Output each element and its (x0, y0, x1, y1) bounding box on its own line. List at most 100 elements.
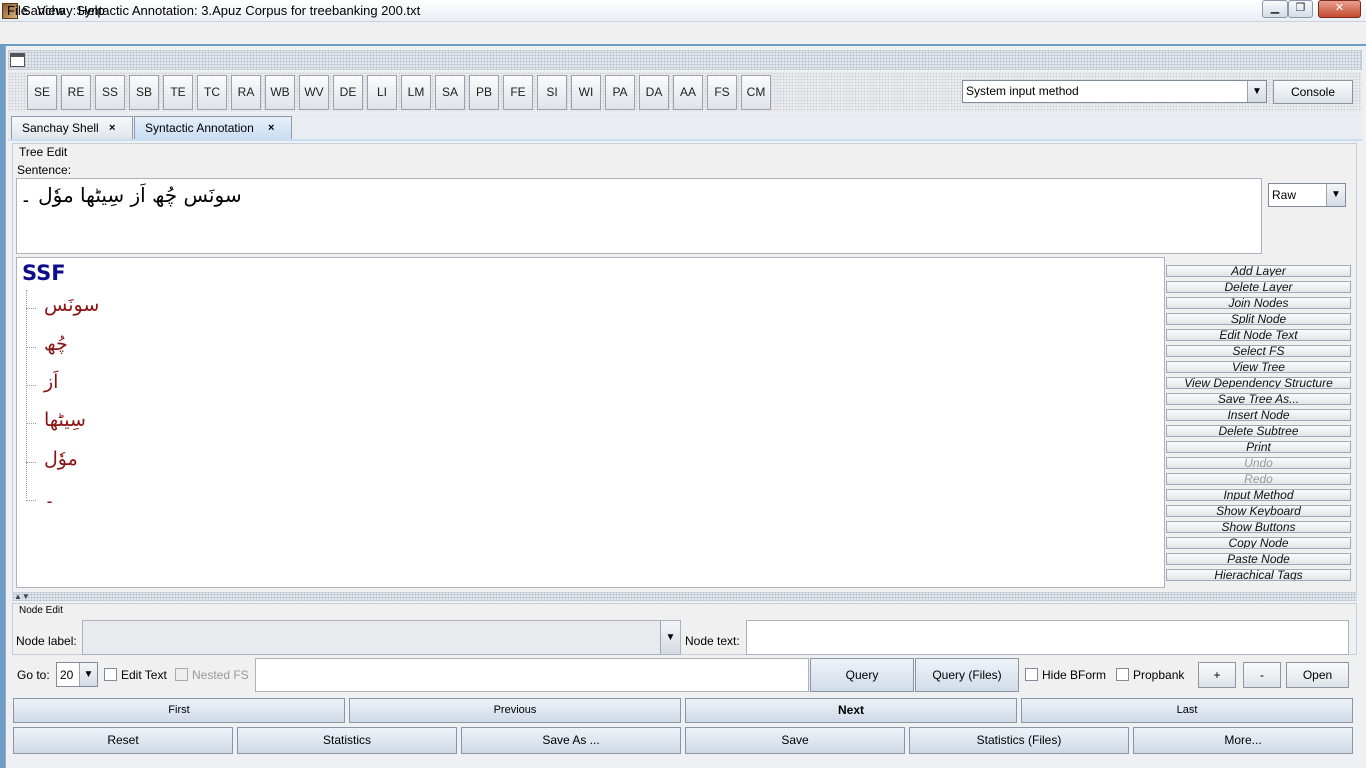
side-button-edit-node-text[interactable]: Edit Node Text (1166, 329, 1351, 341)
side-button-copy-node[interactable]: Copy Node (1166, 537, 1351, 549)
toolbar-button-te[interactable]: TE (163, 75, 193, 110)
edit-text-checkbox[interactable] (104, 668, 117, 681)
toolbar-button-de[interactable]: DE (333, 75, 363, 110)
tree-node[interactable]: موٗل (44, 448, 78, 470)
tree-branch (26, 385, 36, 386)
format-value: Raw (1272, 188, 1297, 202)
toolbar-button-se[interactable]: SE (27, 75, 57, 110)
toolbar-button-cm[interactable]: CM (741, 75, 771, 110)
toolbar-button-li[interactable]: LI (367, 75, 397, 110)
toolbar-button-lm[interactable]: LM (401, 75, 431, 110)
toolbar-button-pa[interactable]: PA (605, 75, 635, 110)
side-button-delete-layer[interactable]: Delete Layer (1166, 281, 1351, 293)
chevron-down-icon[interactable]: ▼ (1326, 184, 1345, 206)
menu-help[interactable]: Help (78, 3, 105, 18)
chevron-down-icon[interactable]: ▼ (660, 621, 680, 654)
propbank-label: Propbank (1133, 668, 1185, 682)
tree-node[interactable]: ۔ (44, 486, 55, 508)
nested-fs-checkbox[interactable] (175, 668, 188, 681)
chevron-down-icon[interactable]: ▼ (79, 663, 97, 686)
toolbar-button-ss[interactable]: SS (95, 75, 125, 110)
close-icon[interactable]: × (109, 117, 115, 139)
previous-button[interactable]: Previous (349, 698, 681, 723)
side-button-view-tree[interactable]: View Tree (1166, 361, 1351, 373)
toolbar-button-wv[interactable]: WV (299, 75, 329, 110)
node-label-select[interactable] (82, 620, 681, 655)
side-button-show-buttons[interactable]: Show Buttons (1166, 521, 1351, 533)
side-button-print[interactable]: Print (1166, 441, 1351, 453)
menu-file[interactable]: File (7, 3, 28, 18)
toolbar-button-si[interactable]: SI (537, 75, 567, 110)
tree-node[interactable]: چُھ (44, 333, 68, 355)
side-button-add-layer[interactable]: Add Layer (1166, 265, 1351, 277)
toolbar-button-ra[interactable]: RA (231, 75, 261, 110)
toolbar-button-wi[interactable]: WI (571, 75, 601, 110)
tree-branch (26, 423, 36, 424)
tab-syntactic-annotation[interactable]: Syntactic Annotation × (134, 116, 292, 140)
toolbar-button-fe[interactable]: FE (503, 75, 533, 110)
side-button-split-node[interactable]: Split Node (1166, 313, 1351, 325)
minimize-button[interactable]: ▁ (1262, 0, 1288, 18)
save-as-button[interactable]: Save As ... (461, 727, 681, 754)
menu-view[interactable]: View (37, 3, 65, 18)
last-button[interactable]: Last (1021, 698, 1353, 723)
side-button-select-fs[interactable]: Select FS (1166, 345, 1351, 357)
toolbar-button-wb[interactable]: WB (265, 75, 295, 110)
statistics-files-button[interactable]: Statistics (Files) (909, 727, 1129, 754)
toolbar-button-fs[interactable]: FS (707, 75, 737, 110)
side-button-redo[interactable]: Redo (1166, 473, 1351, 485)
query-input[interactable] (255, 658, 809, 692)
node-text-input[interactable] (746, 620, 1349, 655)
edit-text-label: Edit Text (121, 668, 167, 682)
query-button[interactable]: Query (810, 658, 914, 692)
side-button-insert-node[interactable]: Insert Node (1166, 409, 1351, 421)
side-button-input-method[interactable]: Input Method (1166, 489, 1351, 501)
hide-bform-checkbox[interactable] (1025, 668, 1038, 681)
first-button[interactable]: First (13, 698, 345, 723)
save-button[interactable]: Save (685, 727, 905, 754)
propbank-checkbox[interactable] (1116, 668, 1129, 681)
close-button[interactable]: ✕ (1318, 0, 1361, 18)
toolbar-button-aa[interactable]: AA (673, 75, 703, 110)
window-icon[interactable] (10, 53, 25, 67)
tree-root[interactable]: SSF (22, 261, 66, 285)
side-button-delete-subtree[interactable]: Delete Subtree (1166, 425, 1351, 437)
tree-node[interactable]: سونَس (44, 294, 99, 316)
toolbar-button-pb[interactable]: PB (469, 75, 499, 110)
side-button-show-keyboard[interactable]: Show Keyboard (1166, 505, 1351, 517)
statistics-button[interactable]: Statistics (237, 727, 457, 754)
toolbar-button-sa[interactable]: SA (435, 75, 465, 110)
next-button[interactable]: Next (685, 698, 1017, 723)
more-button[interactable]: More... (1133, 727, 1353, 754)
tree-node[interactable]: سِیٹھا (44, 409, 86, 431)
maximize-button[interactable]: ❐ (1288, 0, 1313, 18)
tab-underline (8, 139, 1362, 141)
query-files-button[interactable]: Query (Files) (915, 658, 1019, 692)
reset-button[interactable]: Reset (13, 727, 233, 754)
side-button-hierachical-tags[interactable]: Hierachical Tags (1166, 569, 1351, 581)
tab-sanchay-shell[interactable]: Sanchay Shell × (11, 116, 133, 140)
close-icon[interactable]: × (268, 117, 274, 139)
minus-button[interactable]: - (1243, 662, 1281, 688)
tree-branch (26, 347, 36, 348)
console-button[interactable]: Console (1273, 80, 1353, 104)
side-button-save-tree-as[interactable]: Save Tree As... (1166, 393, 1351, 405)
side-button-join-nodes[interactable]: Join Nodes (1166, 297, 1351, 309)
toolbar-button-sb[interactable]: SB (129, 75, 159, 110)
tree-view[interactable] (16, 257, 1165, 588)
open-button[interactable]: Open (1286, 662, 1349, 688)
tree-edit-title: Tree Edit (19, 145, 68, 159)
toolbar-button-da[interactable]: DA (639, 75, 669, 110)
toolbar-button-re[interactable]: RE (61, 75, 91, 110)
side-button-view-dependency-structure[interactable]: View Dependency Structure (1166, 377, 1351, 389)
plus-button[interactable]: + (1198, 662, 1236, 688)
side-button-undo[interactable]: Undo (1166, 457, 1351, 469)
sentence-label: Sentence: (17, 163, 72, 177)
toolbar-button-tc[interactable]: TC (197, 75, 227, 110)
splitter[interactable] (12, 593, 1357, 601)
chevron-down-icon[interactable]: ▼ (1247, 81, 1266, 102)
split-arrows-icon[interactable]: ▲▼ (14, 592, 30, 601)
side-button-paste-node[interactable]: Paste Node (1166, 553, 1351, 565)
tree-node[interactable]: اَز (44, 371, 58, 393)
nested-fs-label: Nested FS (192, 668, 249, 682)
